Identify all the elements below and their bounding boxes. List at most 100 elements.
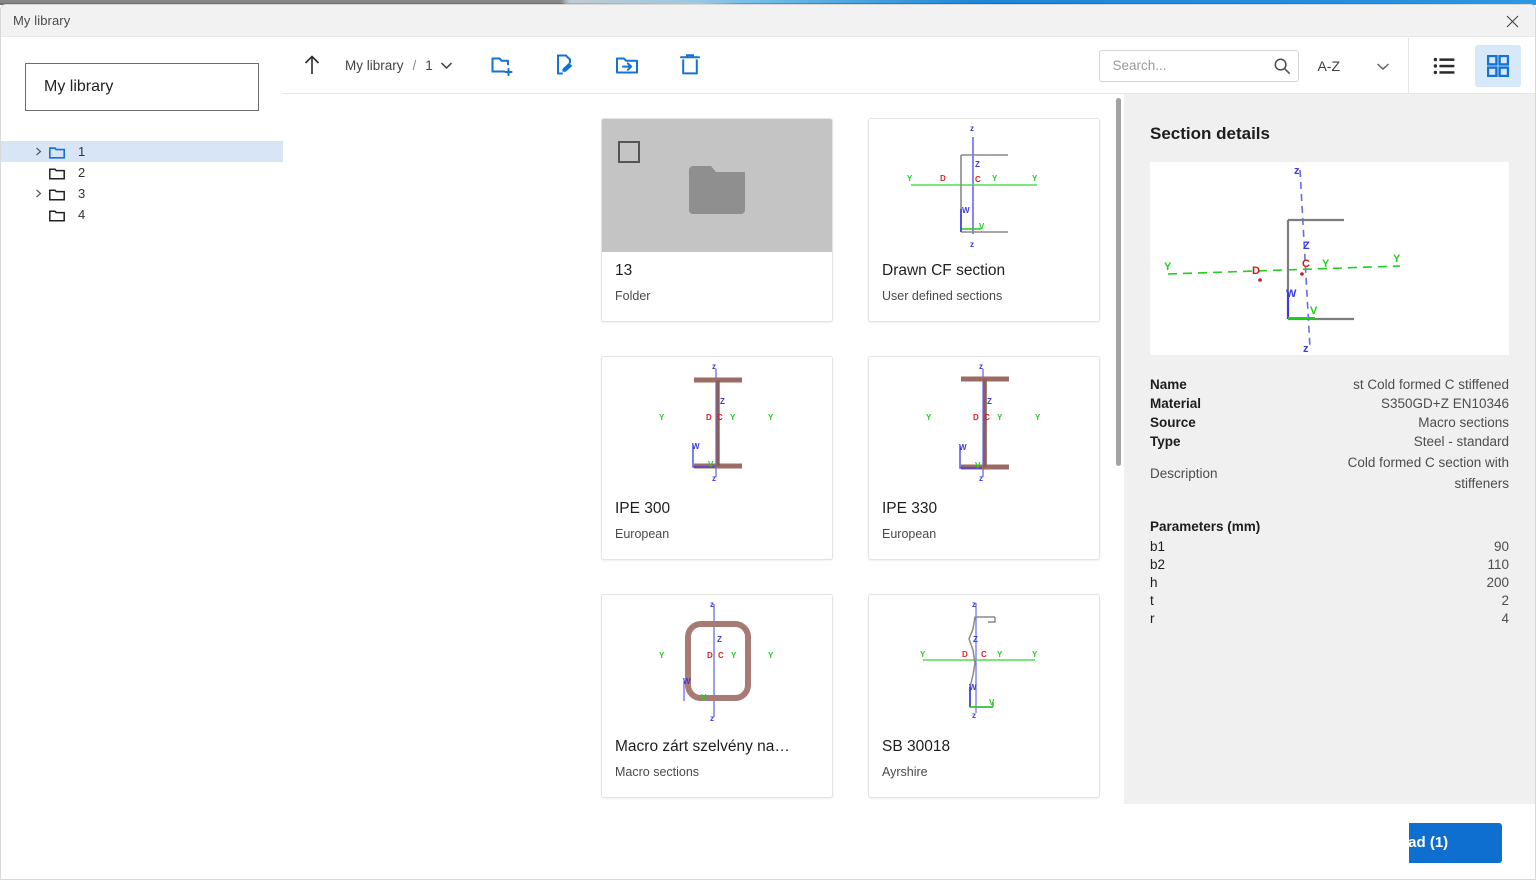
window-title: My library bbox=[13, 13, 71, 28]
svg-text:C: C bbox=[717, 413, 723, 422]
title-bar: My library bbox=[1, 5, 1535, 37]
grid-item-drawn-cf-section[interactable]: z z Y Y Y Z C D W V Drawn CF section Use… bbox=[868, 118, 1100, 322]
svg-text:C: C bbox=[975, 175, 981, 184]
library-root-label: My library bbox=[44, 78, 114, 95]
detail-row-description: Description Cold formed C section with s… bbox=[1150, 451, 1509, 497]
svg-text:Y: Y bbox=[1322, 258, 1330, 270]
svg-text:C: C bbox=[718, 651, 724, 660]
parameters-list: b1 90 b2 110 h 200 t 2 r 4 bbox=[1150, 538, 1509, 628]
grid-item-ipe-330[interactable]: z z Y Y Y D C Z W V IPE 330 European bbox=[868, 356, 1100, 560]
svg-text:C: C bbox=[984, 413, 990, 422]
breadcrumb-current[interactable]: 1 bbox=[425, 58, 433, 73]
grid-item-folder[interactable]: 13 Folder bbox=[601, 118, 833, 322]
section-drawing: z z Y Y Y D C Z W V bbox=[926, 362, 1041, 483]
svg-text:D: D bbox=[1252, 265, 1260, 277]
tree-item-2[interactable]: 2 bbox=[1, 162, 283, 183]
svg-text:Y: Y bbox=[907, 174, 913, 183]
search-input[interactable] bbox=[1100, 50, 1261, 81]
svg-text:Y: Y bbox=[992, 174, 998, 183]
svg-text:Y: Y bbox=[731, 651, 737, 660]
svg-text:z: z bbox=[970, 240, 974, 249]
svg-text:z: z bbox=[712, 362, 716, 371]
svg-text:Y: Y bbox=[997, 650, 1003, 659]
svg-text:Y: Y bbox=[1035, 413, 1041, 422]
parameter-key: h bbox=[1150, 575, 1158, 591]
tree-item-label: 1 bbox=[78, 144, 86, 159]
toolbar-actions bbox=[485, 46, 709, 84]
detail-row-name: Name st Cold formed C stiffened bbox=[1150, 375, 1509, 394]
svg-text:z: z bbox=[710, 714, 714, 723]
card-subtitle: European bbox=[882, 527, 937, 541]
chevron-right-icon[interactable] bbox=[27, 147, 49, 156]
svg-text:W: W bbox=[962, 206, 970, 215]
parameter-key: b1 bbox=[1150, 539, 1166, 555]
section-preview: z z Y Y Y D C W V Z bbox=[1150, 162, 1509, 355]
card-thumbnail: z z Y Y Y D C Z W V bbox=[869, 595, 1099, 728]
list-view-button[interactable] bbox=[1421, 45, 1467, 87]
svg-text:z: z bbox=[1294, 165, 1300, 177]
arrow-up-icon[interactable] bbox=[293, 46, 331, 84]
search-box[interactable] bbox=[1099, 49, 1300, 82]
detail-key: Material bbox=[1150, 396, 1202, 411]
view-toggle-group bbox=[1409, 44, 1535, 87]
detail-fields: Name st Cold formed C stiffened Material… bbox=[1150, 375, 1509, 497]
detail-value: S350GD+Z EN10346 bbox=[1381, 396, 1509, 411]
card-title: SB 30018 bbox=[882, 738, 951, 755]
breadcrumb: My library / 1 bbox=[345, 58, 453, 73]
folder-icon bbox=[687, 162, 747, 219]
scrollbar-thumb[interactable] bbox=[1116, 98, 1121, 466]
svg-text:Y: Y bbox=[920, 650, 926, 659]
chevron-right-icon[interactable] bbox=[27, 189, 49, 198]
folder-icon bbox=[49, 166, 75, 180]
folder-icon bbox=[49, 208, 75, 222]
parameter-key: b2 bbox=[1150, 557, 1166, 573]
search-icon[interactable] bbox=[1273, 57, 1291, 80]
grid-item-sb-30018[interactable]: z z Y Y Y D C Z W V SB 30018 Ayrshire bbox=[868, 594, 1100, 798]
svg-text:D: D bbox=[973, 413, 979, 422]
sort-label: A-Z bbox=[1317, 57, 1340, 74]
chevron-down-icon[interactable] bbox=[1376, 58, 1390, 74]
svg-text:Z: Z bbox=[987, 397, 992, 406]
library-root-box[interactable]: My library bbox=[25, 63, 259, 111]
tree-item-label: 4 bbox=[78, 207, 86, 222]
close-icon[interactable] bbox=[1489, 5, 1535, 37]
grid-item-ipe-300[interactable]: z z Y Y Y D C Z W V IPE 300 European bbox=[601, 356, 833, 560]
svg-text:D: D bbox=[962, 650, 968, 659]
card-meta: Macro zárt szelvény na… Macro sections bbox=[602, 728, 832, 779]
grid-scrollbar[interactable] bbox=[1113, 94, 1124, 879]
folder-tree: 1 2 3 4 bbox=[1, 141, 283, 225]
card-subtitle: Macro sections bbox=[615, 765, 700, 779]
svg-text:Y: Y bbox=[659, 413, 665, 422]
svg-text:V: V bbox=[989, 698, 995, 707]
breadcrumb-root[interactable]: My library bbox=[345, 58, 404, 73]
tree-item-3[interactable]: 3 bbox=[1, 183, 283, 204]
grid-item-macro-zart-szelveny[interactable]: z z Y Y Y D C Z W V Macro zárt szelvény … bbox=[601, 594, 833, 798]
detail-row-source: Source Macro sections bbox=[1150, 413, 1509, 432]
detail-value: Cold formed C section with stiffeners bbox=[1347, 455, 1509, 491]
card-meta: IPE 300 European bbox=[602, 490, 832, 541]
sort-dropdown[interactable]: A-Z bbox=[1317, 58, 1390, 74]
folder-move-icon[interactable] bbox=[609, 46, 647, 84]
tree-item-4[interactable]: 4 bbox=[1, 204, 283, 225]
select-checkbox[interactable] bbox=[618, 141, 640, 163]
parameter-value: 110 bbox=[1487, 557, 1509, 573]
svg-text:D: D bbox=[706, 413, 712, 422]
svg-text:z: z bbox=[979, 474, 983, 483]
card-thumbnail: z z Y Y Y D C Z W V bbox=[869, 357, 1099, 490]
card-title: IPE 300 bbox=[615, 500, 671, 517]
grid-scroll-area[interactable]: 13 Folder z z Y Y Y Z C D W V Drawn CF s… bbox=[283, 94, 1124, 879]
dialog-footer: Cancel Load (1) bbox=[283, 804, 1535, 879]
tree-item-1[interactable]: 1 bbox=[1, 141, 283, 162]
chevron-down-icon[interactable] bbox=[440, 61, 453, 70]
tree-item-label: 3 bbox=[78, 186, 86, 201]
tree-item-label: 2 bbox=[78, 165, 86, 180]
svg-text:V: V bbox=[708, 460, 714, 469]
folder-plus-icon[interactable] bbox=[485, 46, 523, 84]
file-edit-icon[interactable] bbox=[547, 46, 585, 84]
card-subtitle: Folder bbox=[615, 289, 651, 303]
grid-view-button[interactable] bbox=[1475, 44, 1521, 87]
trash-icon[interactable] bbox=[671, 46, 709, 84]
card-subtitle: European bbox=[615, 527, 670, 541]
svg-text:W: W bbox=[959, 443, 967, 452]
card-meta: IPE 330 European bbox=[869, 490, 1099, 541]
